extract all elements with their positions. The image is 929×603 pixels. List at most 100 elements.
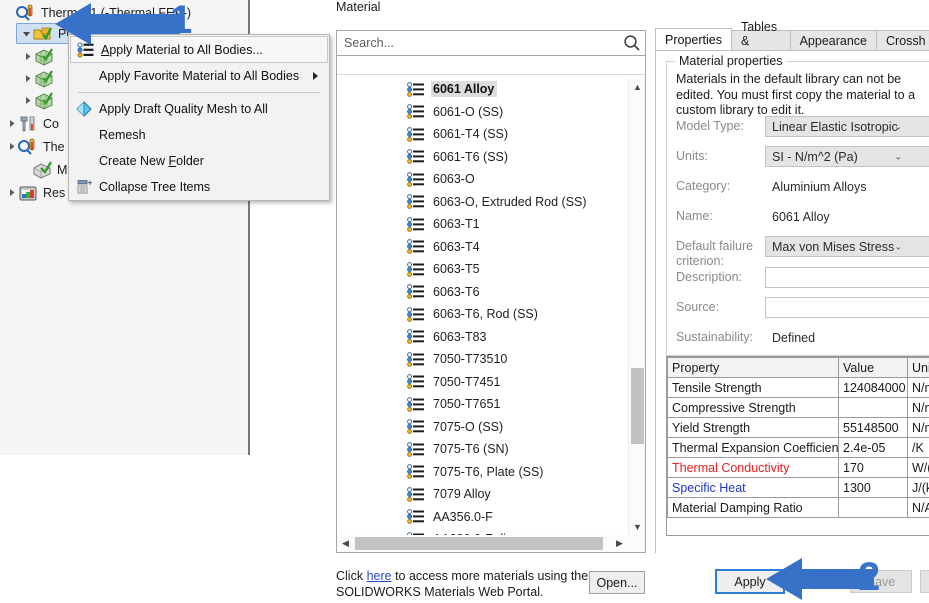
material-item-icon	[407, 104, 425, 120]
tree-item-thermal-loads[interactable]: The	[4, 136, 65, 157]
scroll-right-icon[interactable]: ▶	[611, 535, 628, 552]
tree-twisty-right[interactable]	[20, 90, 34, 111]
material-list-item[interactable]: 7050-T7451	[337, 371, 628, 394]
table-row[interactable]: Material Damping Ratio N/A	[667, 497, 929, 518]
model-type-combo[interactable]: Linear Elastic Isotropic	[765, 116, 929, 137]
material-list-item[interactable]: 6061-T6 (SS)	[337, 146, 628, 169]
tree-twisty-right[interactable]	[20, 68, 34, 89]
material-properties-group: Material properties Materials in the def…	[666, 54, 929, 356]
tree-item-mesh[interactable]: Me	[18, 159, 74, 180]
table-row[interactable]: Tensile Strength124084000N/m^2	[667, 377, 929, 398]
tree-item-body-1[interactable]	[20, 46, 59, 67]
material-list-item[interactable]: 6061-T4 (SS)	[337, 123, 628, 146]
tab-crosshatch[interactable]: Crossh	[876, 30, 929, 50]
tree-twisty-right[interactable]	[4, 113, 18, 134]
material-list-item[interactable]: 7079 Alloy	[337, 483, 628, 506]
menu-item-apply-favorite-material[interactable]: Apply Favorite Material to All Bodies	[69, 63, 329, 89]
material-list-item[interactable]: 6063-T83	[337, 326, 628, 349]
cell-value[interactable]: 1300	[838, 477, 908, 498]
material-list-item[interactable]: 6063-T4	[337, 236, 628, 259]
table-row[interactable]: Thermal Conductivity170W/(m-K)	[667, 457, 929, 478]
material-item-label: 7075-T6, Plate (SS)	[433, 464, 544, 479]
cell-value[interactable]: 170	[838, 457, 908, 478]
cell-value[interactable]	[838, 397, 908, 418]
scroll-up-icon[interactable]: ▲	[629, 78, 645, 95]
hscroll-thumb[interactable]	[355, 537, 603, 550]
material-list-item[interactable]: 6063-T5	[337, 258, 628, 281]
material-list-item[interactable]: 6061-O (SS)	[337, 101, 628, 124]
search-input[interactable]	[337, 30, 619, 56]
materials-web-portal-link[interactable]: here	[367, 569, 392, 583]
cell-value[interactable]: 124084000	[838, 377, 908, 398]
tab-appearance[interactable]: Appearance	[789, 30, 877, 50]
cell-value[interactable]	[838, 497, 908, 518]
material-list-item[interactable]: AA356.0-F	[337, 506, 628, 529]
scrollbar-corner	[628, 535, 645, 552]
open-button[interactable]: Open...	[589, 571, 645, 594]
table-row[interactable]: Yield Strength55148500N/m^2	[667, 417, 929, 438]
material-list-item[interactable]: 7075-O (SS)	[337, 416, 628, 439]
thermal-loads-icon	[18, 138, 38, 156]
material-list-item[interactable]: 6063-O, Extruded Rod (SS)	[337, 191, 628, 214]
material-list-header	[337, 56, 645, 75]
tree-twisty-none	[2, 2, 16, 23]
material-listbox: 6061 Alloy 6061-O (SS) 6061-T4 (SS) 6061-T6…	[336, 56, 646, 553]
vscroll-thumb[interactable]	[631, 368, 644, 444]
tree-item-connections[interactable]: Co	[4, 113, 59, 134]
cell-units: /K	[907, 437, 929, 458]
units-combo[interactable]: SI - N/m^2 (Pa)	[765, 146, 929, 167]
tab-properties[interactable]: Properties	[655, 28, 732, 50]
tree-item-results[interactable]: Res	[4, 182, 65, 203]
material-search-box[interactable]	[336, 30, 646, 56]
material-list-vscrollbar[interactable]: ▲ ▼	[628, 78, 645, 535]
tree-twisty-right[interactable]	[4, 136, 18, 157]
table-row[interactable]: Compressive Strength N/m^2	[667, 397, 929, 418]
material-list-item[interactable]: 6063-T6, Rod (SS)	[337, 303, 628, 326]
tree-item-body-2[interactable]	[20, 68, 59, 89]
chevron-down-icon[interactable]: ⌄	[894, 122, 902, 133]
properties-pane: Material properties Materials in the def…	[655, 50, 929, 553]
tree-item-body-3[interactable]	[20, 90, 59, 111]
source-input[interactable]	[765, 297, 929, 318]
material-list-item[interactable]: 7075-T6, Plate (SS)	[337, 461, 628, 484]
table-row[interactable]: Specific Heat1300J/(kg-K)	[667, 477, 929, 498]
field-label: Model Type:	[676, 119, 744, 133]
tree-twisty-right[interactable]	[4, 182, 18, 203]
material-item-icon	[407, 194, 425, 210]
chevron-down-icon[interactable]: ⌄	[894, 242, 902, 253]
material-list-item[interactable]: 6061 Alloy	[337, 78, 628, 101]
material-list-item[interactable]: 7050-T73510	[337, 348, 628, 371]
material-list-item[interactable]: 6063-T1	[337, 213, 628, 236]
tree-twisty-right[interactable]	[20, 46, 34, 67]
chevron-down-icon[interactable]: ⌄	[894, 152, 902, 163]
material-list-hscrollbar[interactable]: ◀ ▶	[337, 535, 628, 552]
material-item-label: 6061 Alloy	[431, 81, 498, 98]
cell-value[interactable]: 2.4e-05	[838, 437, 908, 458]
group-legend: Material properties	[675, 54, 787, 68]
table-row[interactable]: Thermal Expansion Coefficient 2.4e-05/K	[667, 437, 929, 458]
tab-tables-and-curves[interactable]: Tables & Curves	[730, 20, 791, 62]
menu-item-create-new-folder[interactable]: Create New Folder	[69, 148, 329, 174]
material-item-icon	[407, 374, 425, 390]
material-list-item[interactable]: 6063-O	[337, 168, 628, 191]
material-item-label: 6063-T6, Rod (SS)	[433, 307, 538, 322]
search-icon[interactable]	[619, 34, 645, 52]
scroll-left-icon[interactable]: ◀	[337, 535, 354, 552]
menu-item-collapse-tree-items[interactable]: + Collapse Tree Items	[69, 174, 329, 200]
failure-criterion-combo[interactable]: Max von Mises Stress	[765, 236, 929, 257]
material-list-item[interactable]: 7075-T6 (SN)	[337, 438, 628, 461]
tree-twisty-down[interactable]	[19, 23, 33, 44]
material-item-icon	[407, 509, 425, 525]
parts-folder-icon	[33, 25, 53, 43]
material-list-item[interactable]: 6063-T6	[337, 281, 628, 304]
scroll-down-icon[interactable]: ▼	[629, 518, 645, 535]
material-item-label: 7079 Alloy	[433, 487, 491, 502]
cell-value[interactable]: 55148500	[838, 417, 908, 438]
menu-item-remesh[interactable]: Remesh	[69, 122, 329, 148]
menu-item-apply-draft-quality-mesh[interactable]: Apply Draft Quality Mesh to All	[69, 96, 329, 122]
description-input[interactable]	[765, 267, 929, 288]
cell-property: Tensile Strength	[667, 377, 839, 398]
solid-body-icon	[34, 69, 54, 88]
material-list-item[interactable]: AA380.0-F die	[337, 528, 628, 535]
material-list-item[interactable]: 7050-T7651	[337, 393, 628, 416]
